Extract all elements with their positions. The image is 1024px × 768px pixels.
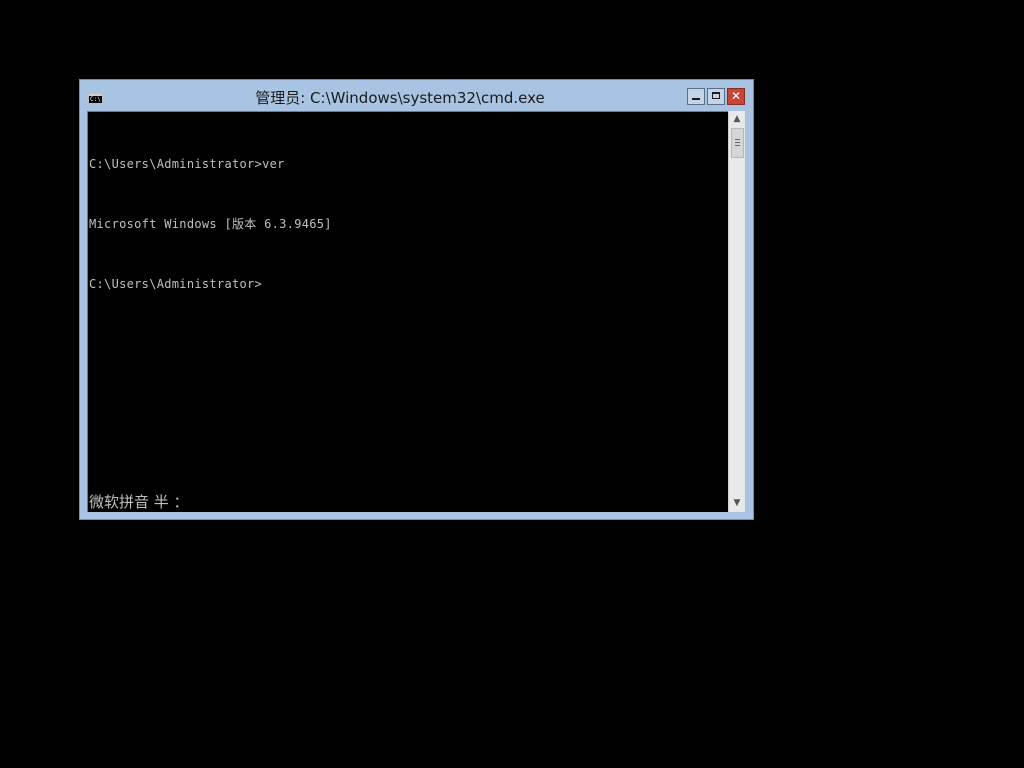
chevron-down-icon[interactable]: ▼: [729, 495, 745, 512]
vertical-scrollbar[interactable]: ▲ ▼: [728, 111, 745, 512]
window-title: 管理员: C:\Windows\system32\cmd.exe: [255, 89, 545, 107]
console-output[interactable]: C:\Users\Administrator>ver Microsoft Win…: [87, 111, 728, 512]
console-line: Microsoft Windows [版本 6.3.9465]: [89, 217, 332, 231]
scroll-thumb-grip: [735, 145, 740, 146]
chevron-up-icon[interactable]: ▲: [729, 111, 745, 128]
desktop: C:\ 管理员: C:\Windows\system32\cmd.exe ✕ C…: [0, 0, 1024, 768]
ime-status: 微软拼音 半 ：: [89, 493, 189, 511]
console-lines: C:\Users\Administrator>ver Microsoft Win…: [89, 129, 332, 337]
close-button[interactable]: ✕: [727, 88, 745, 105]
title-bar[interactable]: C:\ 管理员: C:\Windows\system32\cmd.exe ✕: [80, 80, 753, 111]
close-icon: ✕: [730, 89, 742, 103]
minimize-button[interactable]: [687, 88, 705, 105]
minimize-icon: [692, 98, 700, 100]
console-line: C:\Users\Administrator>ver: [89, 157, 285, 171]
maximize-button[interactable]: [707, 88, 725, 105]
maximize-icon: [712, 92, 720, 99]
scroll-thumb-grip: [735, 139, 740, 140]
console-line: C:\Users\Administrator>: [89, 277, 263, 291]
scroll-thumb[interactable]: [731, 128, 744, 158]
scroll-thumb-grip: [735, 142, 740, 143]
cmd-window: C:\ 管理员: C:\Windows\system32\cmd.exe ✕ C…: [79, 79, 754, 520]
